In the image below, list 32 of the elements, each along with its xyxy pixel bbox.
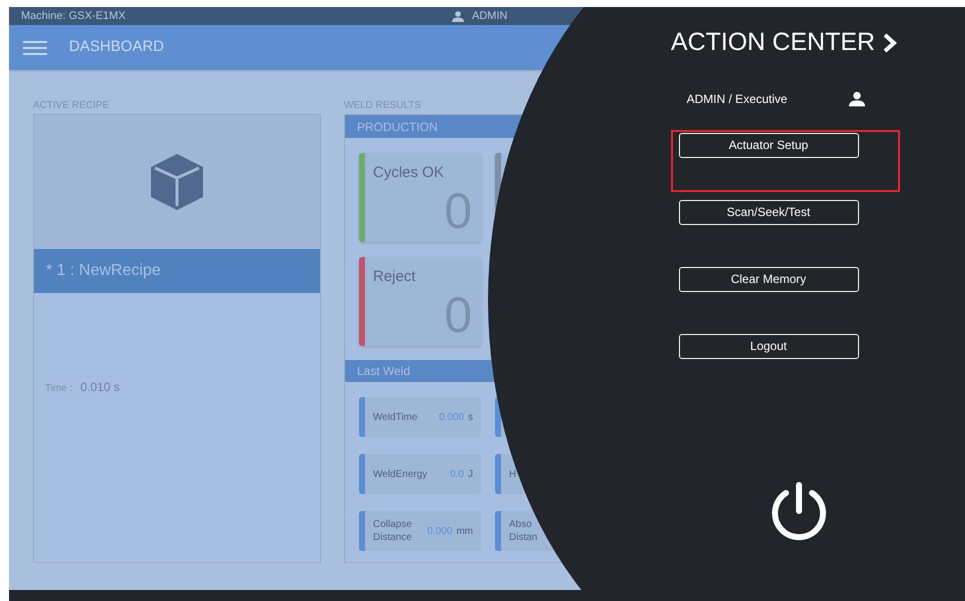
counter-label: Reject bbox=[373, 267, 416, 287]
metric-value: 0.000 bbox=[438, 410, 464, 424]
metric-value: 0.000 bbox=[427, 524, 452, 538]
user-role: ADMIN / Executive bbox=[686, 90, 788, 108]
page-title: DASHBOARD bbox=[69, 37, 164, 58]
action-button[interactable]: Logout bbox=[678, 334, 858, 358]
machine-label: Machine: GSX-E1MX bbox=[21, 8, 126, 24]
metric-value: 0.0 bbox=[450, 468, 464, 482]
action-button[interactable]: Scan/Seek/Test bbox=[678, 200, 858, 224]
action-center-title: ACTION CENTER bbox=[670, 27, 876, 58]
metric-label: WeldEnergy bbox=[373, 468, 428, 480]
chevron-right-icon[interactable] bbox=[883, 32, 898, 53]
metric-label: WeldTime bbox=[373, 410, 418, 424]
user-name: ADMIN bbox=[472, 8, 508, 24]
card-stripe bbox=[359, 511, 365, 551]
metric-unit: mm bbox=[456, 524, 473, 538]
time-value: 0.010 s bbox=[80, 379, 120, 396]
card-stripe bbox=[359, 454, 365, 494]
cube-icon bbox=[149, 152, 205, 212]
card-stripe bbox=[495, 511, 501, 551]
metric-label: Abso Distan bbox=[509, 518, 538, 544]
user-icon bbox=[849, 90, 866, 106]
metric-unit: s bbox=[468, 410, 473, 424]
metric-unit: J bbox=[468, 468, 473, 482]
action-button[interactable]: Clear Memory bbox=[678, 266, 858, 292]
action-button[interactable]: Actuator Setup bbox=[678, 132, 858, 158]
metric-label: H bbox=[509, 468, 518, 480]
card-stripe bbox=[359, 397, 365, 437]
metric-label: Collapse Distance bbox=[373, 518, 413, 544]
user-icon bbox=[452, 10, 464, 22]
counter-label: Cycles OK bbox=[373, 163, 444, 183]
card-stripe bbox=[495, 454, 501, 494]
